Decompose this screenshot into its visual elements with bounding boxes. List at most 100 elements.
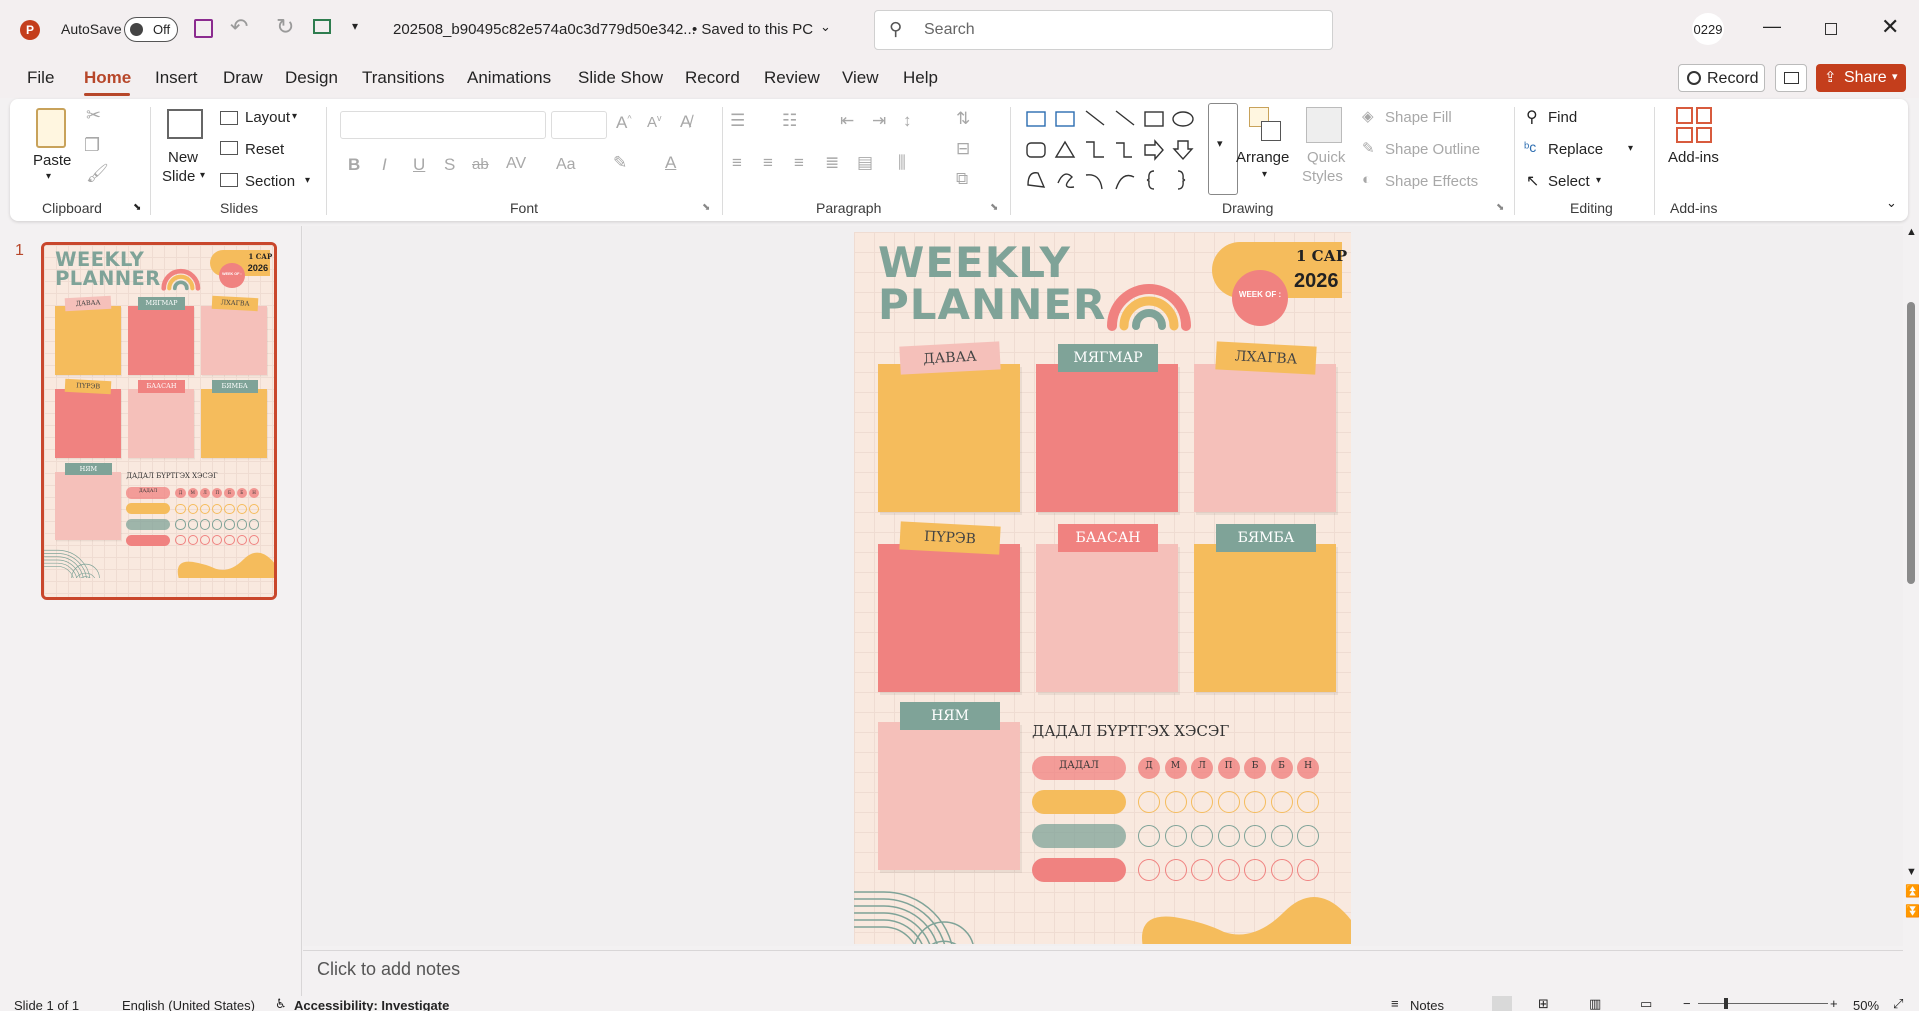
align-left-icon[interactable]: ≡ — [732, 153, 742, 173]
reading-view-icon[interactable]: ▥ — [1589, 996, 1601, 1011]
search-box[interactable]: ⚲ Search — [874, 10, 1333, 50]
slide-title-planner[interactable]: PLANNER — [878, 280, 1106, 329]
shapes-gallery-more[interactable] — [1208, 103, 1238, 195]
text-direction-icon[interactable]: ⇅ — [956, 109, 970, 129]
present-icon[interactable] — [313, 19, 331, 34]
habit-circle[interactable] — [1138, 791, 1160, 813]
day-card[interactable] — [1194, 544, 1336, 692]
file-name[interactable]: 202508_b90495c82e574a0c3d779d50e342... — [393, 21, 696, 38]
notes-toggle[interactable]: Notes — [1410, 998, 1444, 1011]
new-slide-icon[interactable] — [167, 109, 203, 139]
month-label[interactable]: 1 САР — [1296, 247, 1347, 265]
section-button[interactable]: Section — [245, 173, 295, 190]
share-button[interactable]: ⇪ Share ▾ — [1816, 64, 1906, 92]
font-launcher-icon[interactable]: ⬊ — [702, 202, 710, 213]
habit-circle[interactable] — [175, 503, 186, 514]
new-slide-chevron-icon[interactable]: ▾ — [200, 170, 205, 181]
paragraph-launcher-icon[interactable]: ⬊ — [990, 202, 998, 213]
habit-circle[interactable] — [212, 519, 223, 530]
habit-circle[interactable] — [249, 519, 260, 530]
distributed-icon[interactable]: ▤ — [857, 153, 873, 173]
shape-effects-button[interactable]: Shape Effects — [1385, 173, 1478, 190]
day-label[interactable]: БААСАН — [1058, 524, 1158, 552]
slide-title-planner[interactable]: PLANNER — [55, 267, 161, 290]
day-card[interactable] — [55, 389, 121, 458]
day-label[interactable]: ДАВАА — [64, 295, 112, 311]
year-label[interactable]: 2026 — [1294, 270, 1339, 293]
minimize-icon[interactable]: — — [1763, 16, 1781, 37]
habit-circle[interactable] — [224, 519, 235, 530]
fit-slide-icon[interactable]: ⤢ — [1893, 996, 1903, 1011]
slide-canvas[interactable]: WEEKLY PLANNER 1 САР 2026 WEEK OF : ДАВАА МЯГ… — [854, 232, 1351, 944]
vertical-scrollbar[interactable]: ▲ ▼ ⏫ ⏬ — [1903, 226, 1919, 948]
smartart-icon[interactable]: ⧉ — [956, 169, 968, 189]
habit-pill[interactable] — [126, 518, 170, 531]
habit-circle[interactable] — [1297, 791, 1319, 813]
zoom-in-icon[interactable]: + — [1830, 996, 1838, 1011]
year-label[interactable]: 2026 — [248, 263, 269, 273]
italic-button[interactable]: I — [382, 155, 387, 175]
select-chevron-icon[interactable]: ▾ — [1596, 175, 1601, 186]
line-spacing-icon[interactable]: ↕ — [903, 111, 912, 131]
autosave-toggle[interactable]: Off — [124, 17, 178, 42]
format-painter-icon[interactable]: 🖌 — [86, 163, 109, 184]
zoom-slider[interactable] — [1698, 1003, 1828, 1004]
tab-design[interactable]: Design — [285, 68, 338, 88]
align-right-icon[interactable]: ≡ — [794, 153, 804, 173]
tab-file[interactable]: File — [27, 68, 54, 88]
shape-outline-button[interactable]: Shape Outline — [1385, 141, 1480, 158]
habit-title[interactable]: ДАДАЛ БҮРТГЭХ ХЭСЭГ — [1032, 722, 1229, 740]
slide-sorter-icon[interactable]: ⊞ — [1538, 996, 1549, 1011]
tab-slide-show[interactable]: Slide Show — [578, 68, 663, 88]
tab-transitions[interactable]: Transitions — [362, 68, 445, 88]
tab-insert[interactable]: Insert — [155, 68, 198, 88]
habit-circle[interactable] — [1297, 825, 1319, 847]
decrease-font-icon[interactable]: Av — [647, 113, 662, 131]
day-card[interactable] — [1194, 364, 1336, 512]
habit-circle[interactable] — [236, 519, 247, 530]
day-label[interactable]: ЛХАГВА — [1215, 341, 1317, 375]
tab-record[interactable]: Record — [685, 68, 740, 88]
layout-chevron-icon[interactable]: ▾ — [292, 111, 297, 122]
habit-circle[interactable] — [1270, 791, 1293, 813]
habit-pill[interactable] — [1032, 790, 1126, 814]
day-label[interactable]: БААСАН — [138, 380, 185, 394]
habit-circle[interactable] — [187, 519, 198, 530]
habit-circle[interactable] — [1244, 791, 1266, 813]
habit-circle[interactable] — [1217, 791, 1240, 813]
habit-circle[interactable] — [199, 519, 211, 530]
day-card[interactable] — [201, 389, 268, 458]
save-icon[interactable] — [194, 19, 213, 38]
layout-button[interactable]: Layout — [245, 109, 290, 126]
day-card[interactable] — [55, 306, 121, 375]
day-label[interactable]: ПҮРЭВ — [899, 521, 1001, 555]
habit-pill[interactable] — [126, 503, 170, 515]
habit-pill[interactable] — [1032, 858, 1126, 882]
scroll-down-icon[interactable]: ▼ — [1906, 866, 1917, 878]
record-button[interactable]: Record — [1678, 64, 1765, 92]
slide-thumbnail[interactable]: WEEKLY PLANNER 1 САР 2026 WEEK OF : ДАВАА МЯГ… — [41, 242, 277, 600]
day-label[interactable]: НЯМ — [900, 702, 1000, 730]
scroll-thumb[interactable] — [1907, 302, 1915, 584]
undo-icon[interactable]: ↶ — [230, 14, 248, 40]
tab-view[interactable]: View — [842, 68, 879, 88]
new-slide-button[interactable]: New — [168, 149, 198, 166]
paste-chevron-icon[interactable]: ▾ — [46, 171, 51, 182]
replace-chevron-icon[interactable]: ▾ — [1628, 143, 1633, 154]
day-card[interactable] — [55, 471, 121, 541]
habit-circle[interactable] — [212, 503, 223, 514]
habit-circle[interactable] — [224, 503, 235, 514]
replace-button[interactable]: Replace — [1548, 141, 1603, 158]
day-label[interactable]: БЯМБА — [211, 380, 258, 394]
tab-animations[interactable]: Animations — [467, 68, 551, 88]
font-name-box[interactable] — [340, 111, 546, 139]
day-card[interactable] — [128, 306, 194, 375]
day-card[interactable] — [878, 544, 1020, 692]
day-card[interactable] — [878, 364, 1020, 512]
drawing-launcher-icon[interactable]: ⬊ — [1496, 202, 1504, 213]
reset-button[interactable]: Reset — [245, 141, 284, 158]
paste-icon[interactable] — [36, 108, 66, 148]
day-label[interactable]: БЯМБА — [1216, 524, 1316, 552]
decrease-indent-icon[interactable]: ⇤ — [840, 111, 854, 131]
habit-circle[interactable] — [236, 503, 247, 514]
